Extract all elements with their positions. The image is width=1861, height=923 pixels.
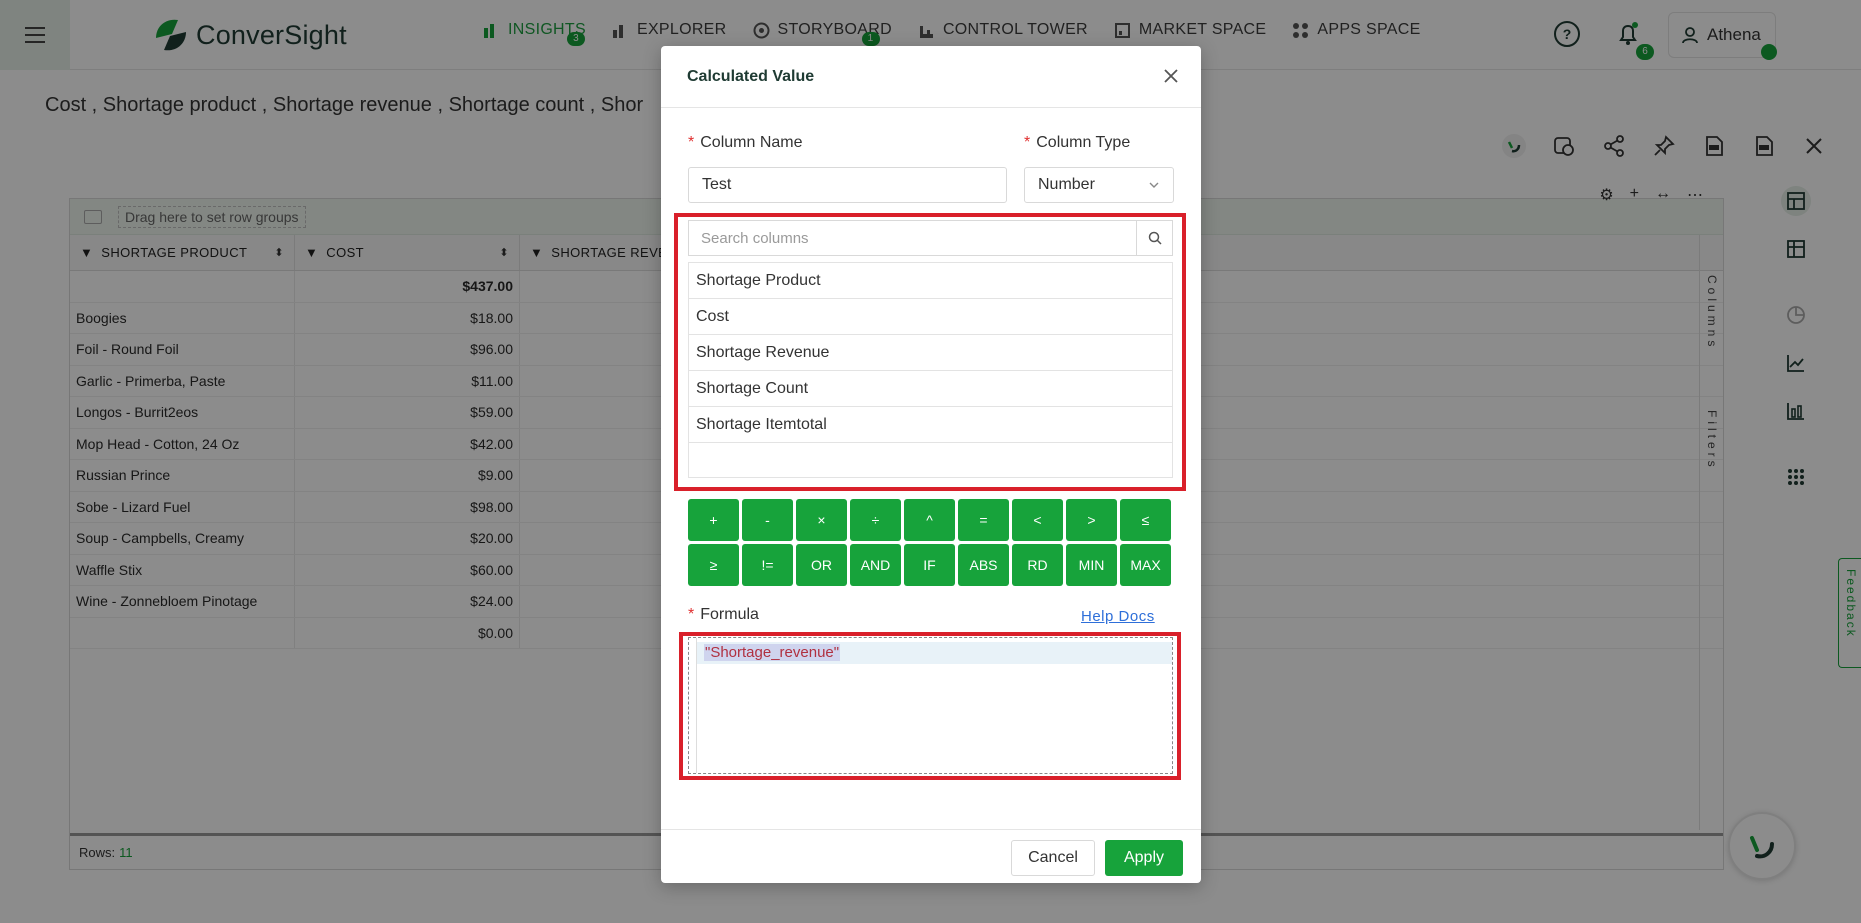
required-asterisk: * <box>688 134 695 151</box>
column-type-select[interactable]: Number <box>1024 167 1174 203</box>
column-type-label-text: Column Type <box>1036 134 1131 151</box>
operator-less-equal-button[interactable]: ≤ <box>1120 499 1171 541</box>
formula-label: * Formula <box>688 606 759 624</box>
operator-or-button[interactable]: OR <box>796 544 847 586</box>
column-list-item[interactable]: Shortage Revenue <box>689 335 1172 371</box>
operator-if-button[interactable]: IF <box>904 544 955 586</box>
operator-not-equal-button[interactable]: != <box>742 544 793 586</box>
column-list-item[interactable]: Cost <box>689 299 1172 335</box>
dialog-footer: Cancel Apply <box>661 829 1201 883</box>
column-list: Shortage Product Cost Shortage Revenue S… <box>688 262 1173 478</box>
operator-plus-button[interactable]: + <box>688 499 739 541</box>
column-name-input[interactable]: Test <box>688 167 1007 203</box>
operator-greater-equal-button[interactable]: ≥ <box>688 544 739 586</box>
operator-max-button[interactable]: MAX <box>1120 544 1171 586</box>
calculated-value-dialog: Calculated Value * Column Name * Column Ty… <box>661 46 1201 883</box>
column-list-item[interactable]: Shortage Itemtotal <box>689 407 1172 443</box>
cancel-button[interactable]: Cancel <box>1011 840 1095 876</box>
operator-abs-button[interactable]: ABS <box>958 544 1009 586</box>
column-name-label: * Column Name <box>688 134 803 152</box>
operator-and-button[interactable]: AND <box>850 544 901 586</box>
column-list-item[interactable]: Shortage Product <box>689 263 1172 299</box>
dialog-title: Calculated Value <box>687 67 815 85</box>
operator-multiply-button[interactable]: × <box>796 499 847 541</box>
column-name-label-text: Column Name <box>700 134 803 151</box>
operator-equals-button[interactable]: = <box>958 499 1009 541</box>
column-name-value: Test <box>702 176 732 193</box>
operator-divide-button[interactable]: ÷ <box>850 499 901 541</box>
operator-minus-button[interactable]: - <box>742 499 793 541</box>
column-search-input[interactable] <box>689 221 1136 255</box>
search-icon <box>1148 231 1162 245</box>
required-asterisk: * <box>688 606 695 623</box>
apply-button[interactable]: Apply <box>1105 840 1183 876</box>
operator-less-than-button[interactable]: < <box>1012 499 1063 541</box>
column-search <box>688 220 1173 256</box>
column-type-label: * Column Type <box>1024 134 1130 152</box>
editor-gutter <box>689 638 697 773</box>
operator-buttons: + - × ÷ ^ = < > ≤ ≥ != OR AND IF ABS RD … <box>688 499 1174 586</box>
formula-text: "Shortage_revenue" <box>704 644 841 661</box>
formula-label-text: Formula <box>700 606 759 623</box>
operator-power-button[interactable]: ^ <box>904 499 955 541</box>
operator-greater-than-button[interactable]: > <box>1066 499 1117 541</box>
column-list-item[interactable]: Shortage Count <box>689 371 1172 407</box>
formula-editor[interactable]: "Shortage_revenue" <box>688 637 1173 774</box>
dialog-header: Calculated Value <box>661 46 1201 108</box>
close-icon[interactable] <box>1161 66 1181 86</box>
column-type-value: Number <box>1038 176 1095 193</box>
required-asterisk: * <box>1024 134 1031 151</box>
search-button[interactable] <box>1136 221 1172 255</box>
operator-min-button[interactable]: MIN <box>1066 544 1117 586</box>
help-docs-link[interactable]: Help Docs <box>1081 608 1155 625</box>
operator-round-button[interactable]: RD <box>1012 544 1063 586</box>
chevron-down-icon <box>1149 182 1159 188</box>
